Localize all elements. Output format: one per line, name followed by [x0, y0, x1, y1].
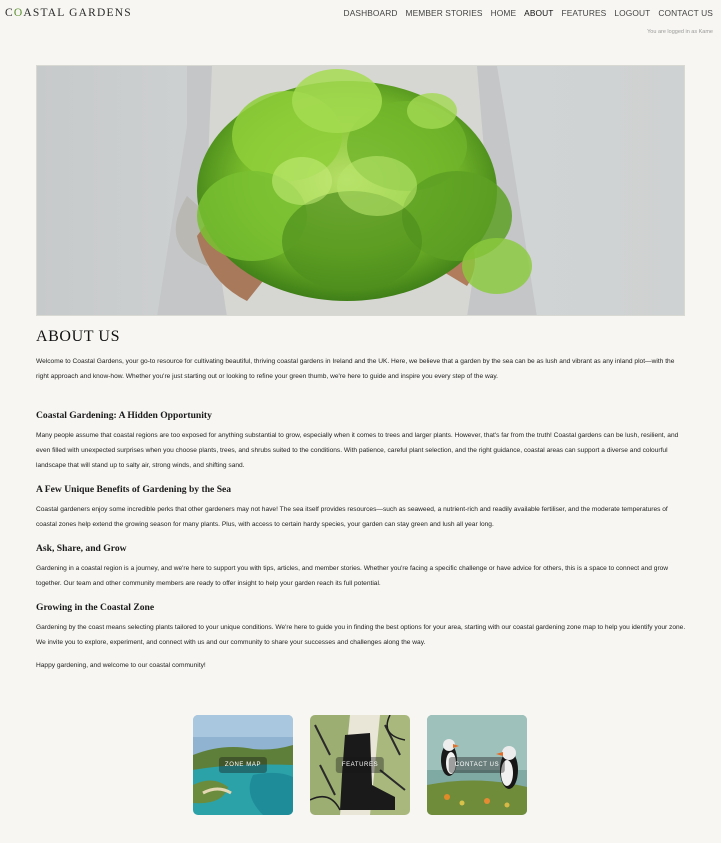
- bouquet-photo: [157, 66, 537, 315]
- page-title: ABOUT US: [36, 328, 121, 345]
- nav-logout[interactable]: LOGOUT: [614, 8, 650, 18]
- zone-map-card[interactable]: ZONE MAP: [193, 715, 293, 815]
- main-nav: DASHBOARD MEMBER STORIES HOME ABOUT FEAT…: [344, 8, 713, 18]
- card-label: ZONE MAP: [218, 757, 268, 773]
- nav-member-stories[interactable]: MEMBER STORIES: [406, 8, 483, 18]
- logged-in-status: You are logged in as Kame: [647, 29, 713, 35]
- intro-paragraph: Welcome to Coastal Gardens, your go-to r…: [36, 358, 675, 380]
- features-card[interactable]: FEATURES: [310, 715, 410, 815]
- section-heading: Ask, Share, and Grow: [36, 543, 127, 554]
- section-body: Gardening in a coastal region is a journ…: [36, 565, 669, 587]
- logo-letter: C: [5, 7, 14, 19]
- section-heading: Coastal Gardening: A Hidden Opportunity: [36, 410, 212, 421]
- nav-about[interactable]: ABOUT: [524, 8, 553, 18]
- site-logo[interactable]: COASTAL GARDENS: [5, 7, 132, 19]
- nav-dashboard[interactable]: DASHBOARD: [344, 8, 398, 18]
- about-content: ABOUT US Welcome to Coastal Gardens, you…: [36, 328, 686, 673]
- nav-home[interactable]: HOME: [491, 8, 517, 18]
- card-label: CONTACT US: [448, 757, 506, 773]
- feature-cards: ZONE MAP FEATURES CONTACT US: [193, 715, 527, 815]
- hero-image: [36, 65, 685, 316]
- card-label: FEATURES: [335, 757, 385, 773]
- top-bar: COASTAL GARDENS DASHBOARD MEMBER STORIES…: [0, 0, 721, 40]
- section-body: Coastal gardeners enjoy some incredible …: [36, 506, 668, 528]
- section-heading: A Few Unique Benefits of Gardening by th…: [36, 484, 232, 495]
- nav-contact-us[interactable]: CONTACT US: [658, 8, 713, 18]
- section-heading: Growing in the Coastal Zone: [36, 602, 155, 613]
- logo-letter-accent: O: [13, 7, 24, 19]
- logo-text: ASTAL GARDENS: [23, 7, 132, 19]
- nav-features[interactable]: FEATURES: [562, 8, 607, 18]
- closing-paragraph: Happy gardening, and welcome to our coas…: [36, 662, 206, 669]
- section-body: Gardening by the coast means selecting p…: [36, 624, 686, 646]
- contact-us-card[interactable]: CONTACT US: [427, 715, 527, 815]
- section-body: Many people assume that coastal regions …: [36, 432, 679, 469]
